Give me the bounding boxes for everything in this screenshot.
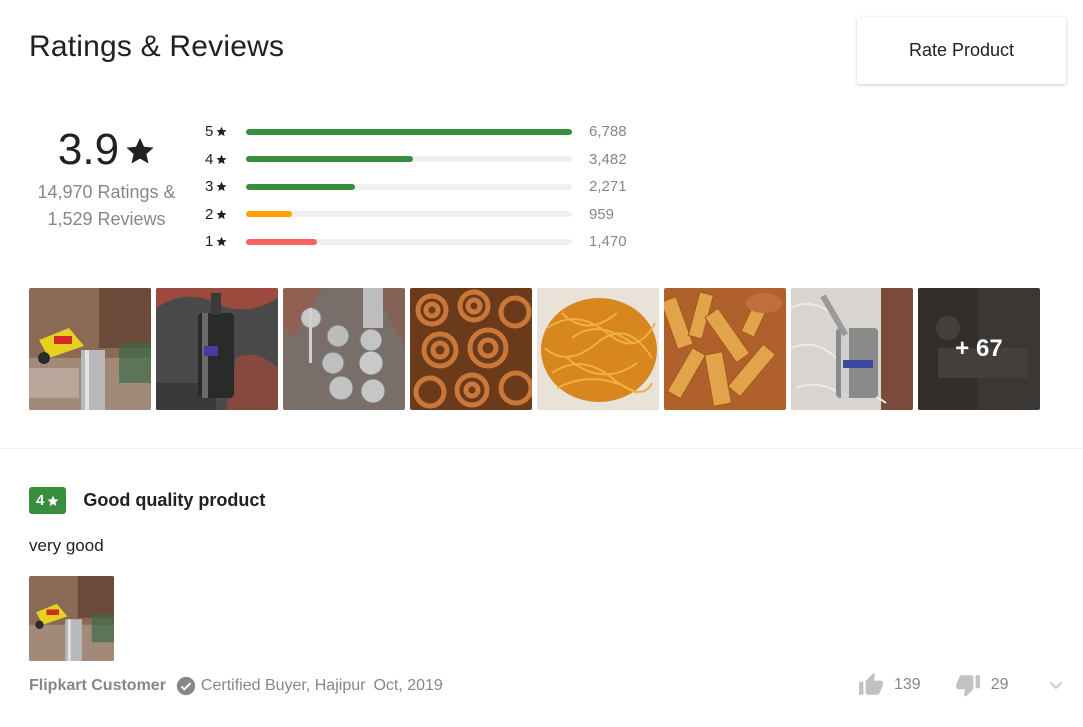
rating-bar-fill (246, 238, 317, 245)
rating-bar-row: 4 3,482 (205, 146, 627, 174)
customer-photos-strip: + 67 (29, 288, 1040, 410)
rating-bar-label: 5 (205, 123, 246, 140)
rating-bar-row: 1 1,470 (205, 228, 627, 256)
photo-image (791, 288, 913, 410)
rating-bar-label: 2 (205, 206, 246, 223)
rating-bar-fill (246, 128, 572, 135)
photo-image (29, 288, 151, 410)
customer-photo[interactable] (29, 288, 151, 410)
ratings-count: 14,970 Ratings & (37, 182, 176, 202)
rating-bar-row: 2 959 (205, 201, 627, 229)
photo-image (537, 288, 659, 410)
dislike-button[interactable]: 29 (955, 672, 1009, 698)
star-icon (126, 137, 154, 164)
more-photos-button[interactable]: + 67 (918, 288, 1040, 410)
rating-bar-count: 1,470 (589, 233, 627, 251)
rating-bar-row: 5 6,788 (205, 118, 627, 146)
rating-distribution: 5 6,788 4 3,482 3 2,271 2 959 1 1,470 (205, 118, 627, 256)
rating-bar-track (246, 211, 572, 218)
rating-bar-track (246, 156, 572, 163)
review-date: Oct, 2019 (373, 677, 443, 694)
photo-image (156, 288, 278, 410)
star-icon (216, 209, 227, 219)
review-header: 4 Good quality product (29, 487, 1059, 514)
review-card: 4 Good quality product very good (29, 487, 1059, 661)
certified-check-icon (176, 676, 196, 696)
rating-bar-track (246, 128, 572, 135)
review-title: Good quality product (83, 490, 266, 510)
star-icon (216, 181, 227, 192)
average-rating-value: 3.9 (57, 125, 120, 174)
photo-image (283, 288, 405, 410)
star-icon (216, 154, 227, 164)
review-photo[interactable] (29, 576, 114, 661)
thumbs-up-icon (859, 673, 883, 695)
customer-photo[interactable] (791, 288, 913, 410)
review-meta: Flipkart Customer Certified Buyer, Hajip… (29, 676, 443, 696)
dislike-count: 29 (990, 676, 1009, 693)
review-rating-badge: 4 (29, 487, 67, 514)
more-photos-count: + 67 (955, 335, 1003, 362)
customer-photo[interactable] (156, 288, 278, 410)
star-icon (47, 495, 59, 506)
average-rating: 3.9 (29, 125, 184, 175)
rating-bar-label: 3 (205, 178, 246, 195)
certified-buyer-text: Certified Buyer, Hajipur (200, 677, 366, 694)
reviews-count: 1,529 Reviews (47, 209, 166, 229)
rating-bar-count: 959 (589, 205, 615, 223)
rating-bar-fill (246, 183, 356, 190)
rating-bar-fill (246, 211, 292, 218)
review-author: Flipkart Customer (29, 677, 166, 694)
rating-summary: 3.9 14,970 Ratings & 1,529 Reviews (29, 125, 184, 233)
rating-bar-label: 1 (205, 233, 246, 250)
rating-bar-track (246, 183, 572, 190)
chevron-down-icon[interactable] (1047, 676, 1065, 694)
section-title: Ratings & Reviews (29, 30, 285, 63)
review-votes: 139 29 (858, 672, 1065, 698)
rate-product-button[interactable]: Rate Product (857, 17, 1066, 84)
photo-image (29, 576, 114, 661)
customer-photo[interactable] (537, 288, 659, 410)
rating-bar-label: 4 (205, 151, 246, 168)
customer-photo[interactable] (410, 288, 532, 410)
ratings-reviews-panel: Ratings & Reviews Rate Product 3.9 14,97… (0, 0, 1083, 727)
photo-image (410, 288, 532, 410)
like-button[interactable]: 139 (858, 672, 921, 698)
review-text: very good (29, 536, 104, 555)
rating-bar-row: 3 2,271 (205, 173, 627, 201)
rating-bar-fill (246, 156, 414, 163)
customer-photo[interactable] (283, 288, 405, 410)
rating-bar-count: 2,271 (589, 178, 627, 196)
rating-bar-count: 3,482 (589, 150, 627, 168)
like-count: 139 (894, 676, 921, 693)
section-divider (0, 448, 1083, 449)
thumbs-down-icon (955, 675, 980, 697)
customer-photo[interactable] (664, 288, 786, 410)
photo-image (664, 288, 786, 410)
star-icon (216, 126, 227, 137)
rating-bar-count: 6,788 (589, 123, 627, 141)
star-icon (216, 236, 227, 247)
rating-bar-track (246, 238, 572, 245)
